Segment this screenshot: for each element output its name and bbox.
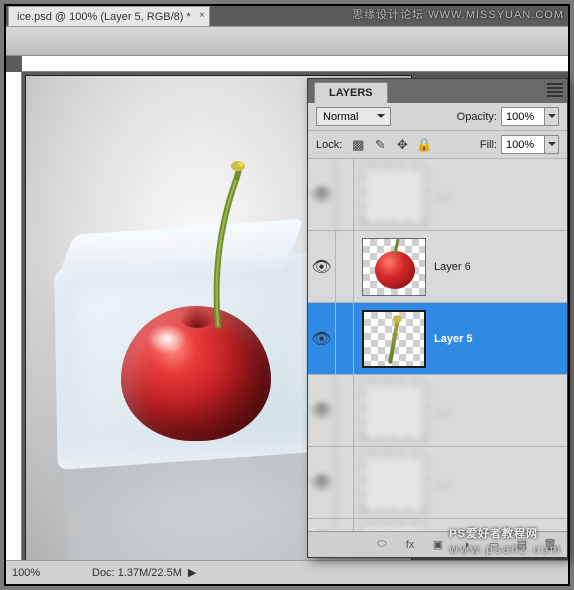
link-column — [336, 519, 354, 531]
fill-value[interactable]: 100% — [501, 135, 545, 154]
opacity-control[interactable]: 100% — [501, 107, 559, 126]
new-group-icon[interactable]: ▭ — [485, 536, 503, 554]
visibility-toggle[interactable]: 👁 — [308, 519, 336, 531]
layer-thumbnail[interactable] — [362, 238, 426, 296]
layer-name[interactable]: Layer 5 — [434, 333, 567, 345]
fill-control[interactable]: 100% — [501, 135, 559, 154]
opacity-value[interactable]: 100% — [501, 107, 545, 126]
blend-mode-select[interactable]: Normal — [316, 107, 391, 126]
layer-row-blurred[interactable]: 👁 ...... — [308, 447, 567, 519]
layer-thumbnail[interactable] — [362, 382, 426, 440]
layer-style-icon[interactable]: fx — [401, 536, 419, 554]
blend-opacity-row: Normal Opacity: 100% — [308, 103, 567, 131]
lock-label: Lock: — [316, 139, 342, 151]
fill-slider-arrow-icon[interactable] — [545, 135, 559, 154]
visibility-toggle[interactable]: 👁 — [308, 447, 336, 518]
ruler-vertical[interactable] — [6, 72, 22, 560]
blend-mode-value: Normal — [323, 111, 358, 123]
layer-name[interactable]: ...... — [434, 405, 567, 417]
layer-list: 👁 ...... 👁 Layer 6 👁 Layer 5 👁 .. — [308, 159, 567, 531]
document-tab-title: ice.psd @ 100% (Layer 5, RGB/8) * — [17, 11, 191, 23]
delete-layer-icon[interactable]: 🗑 — [541, 536, 559, 554]
layers-panel: LAYERS Normal Opacity: 100% Lock: ▩ ✎ ✥ … — [307, 78, 568, 558]
status-bar: 100% Doc: 1.37M/22.5M ▶ — [6, 560, 568, 584]
layer-thumbnail[interactable] — [362, 454, 426, 512]
fill-label: Fill: — [480, 139, 497, 151]
lock-fill-row: Lock: ▩ ✎ ✥ 🔒 Fill: 100% — [308, 131, 567, 159]
layer-row-blurred[interactable]: 👁 ...... — [308, 519, 567, 531]
link-layers-icon[interactable]: ⬭ — [373, 536, 391, 554]
visibility-toggle[interactable]: 👁 — [308, 375, 336, 446]
layer-name[interactable]: Layer 6 — [434, 261, 567, 273]
lock-icons: ▩ ✎ ✥ 🔒 — [350, 137, 432, 153]
zoom-field[interactable]: 100% — [12, 567, 82, 579]
layer-thumbnail[interactable] — [362, 166, 426, 224]
link-column — [336, 159, 354, 230]
adjustment-layer-icon[interactable]: ◑ — [457, 536, 475, 554]
opacity-label: Opacity: — [457, 111, 497, 123]
lock-position-icon[interactable]: ✥ — [394, 137, 410, 153]
layers-tab[interactable]: LAYERS — [314, 82, 388, 103]
close-tab-icon[interactable]: × — [199, 10, 205, 21]
artwork-cherry — [121, 306, 271, 441]
panel-menu-icon[interactable] — [547, 83, 563, 97]
layer-thumbnail[interactable] — [362, 524, 426, 532]
lock-transparency-icon[interactable]: ▩ — [350, 137, 366, 153]
layer-thumbnail[interactable] — [362, 310, 426, 368]
link-column — [336, 231, 354, 302]
new-layer-icon[interactable]: ▤ — [513, 536, 531, 554]
layer-name[interactable]: ...... — [434, 189, 567, 201]
options-bar — [6, 26, 568, 56]
layer-name[interactable]: ...... — [434, 477, 567, 489]
status-menu-arrow-icon[interactable]: ▶ — [188, 566, 196, 579]
visibility-toggle[interactable]: 👁 — [308, 231, 336, 302]
visibility-toggle[interactable]: 👁 — [308, 159, 336, 230]
layer-row-layer6[interactable]: 👁 Layer 6 — [308, 231, 567, 303]
layer-row-layer5[interactable]: 👁 Layer 5 — [308, 303, 567, 375]
opacity-slider-arrow-icon[interactable] — [545, 107, 559, 126]
link-column — [336, 375, 354, 446]
link-column — [336, 447, 354, 518]
layers-panel-footer: ⬭ fx ▣ ◑ ▭ ▤ 🗑 — [308, 531, 567, 557]
lock-all-icon[interactable]: 🔒 — [416, 137, 432, 153]
panel-tabstrip: LAYERS — [308, 79, 567, 103]
visibility-toggle[interactable]: 👁 — [308, 303, 336, 374]
layer-row-blurred[interactable]: 👁 ...... — [308, 375, 567, 447]
document-tab[interactable]: ice.psd @ 100% (Layer 5, RGB/8) * × — [8, 6, 210, 26]
layer-mask-icon[interactable]: ▣ — [429, 536, 447, 554]
ruler-horizontal[interactable] — [22, 56, 568, 72]
doc-size-info[interactable]: Doc: 1.37M/22.5M — [92, 567, 182, 579]
link-column — [336, 303, 354, 374]
lock-pixels-icon[interactable]: ✎ — [372, 137, 388, 153]
layer-row-blurred-top[interactable]: 👁 ...... — [308, 159, 567, 231]
